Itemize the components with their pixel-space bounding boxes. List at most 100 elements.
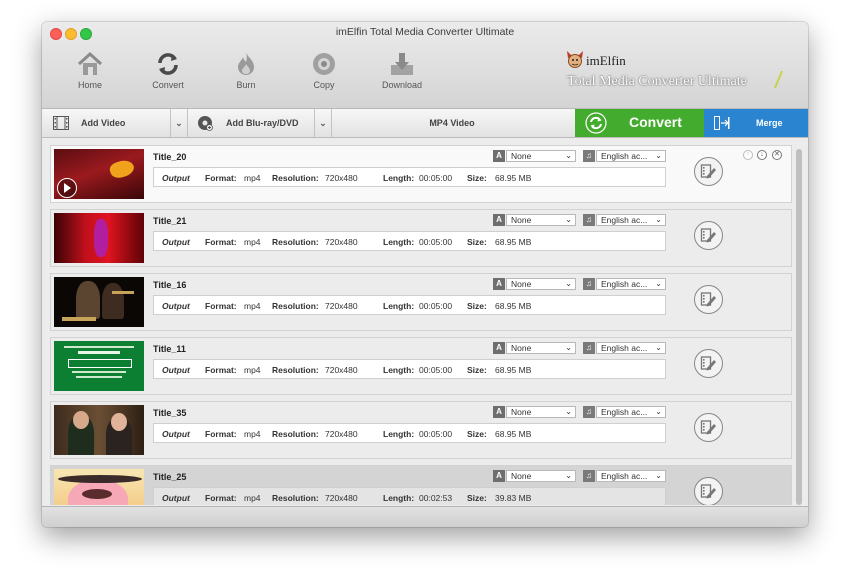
audio-track-select[interactable]: English ac... ⌄	[596, 470, 666, 482]
subtitle-select[interactable]: None ⌄	[506, 150, 576, 162]
format-label: Format:	[205, 365, 237, 375]
audio-track-select[interactable]: English ac... ⌄	[596, 406, 666, 418]
length-value: 00:05:00	[419, 173, 453, 183]
video-thumbnail[interactable]	[54, 277, 144, 327]
title-name[interactable]: Title_11	[153, 344, 186, 354]
title-row[interactable]: Title_20 A None ⌄ ♫ English ac... ⌄ Output Forma…	[50, 145, 792, 203]
list-scrollbar[interactable]	[794, 145, 804, 505]
size-value: 68.95 MB	[495, 173, 532, 183]
status-bar	[42, 506, 808, 527]
video-thumbnail[interactable]	[54, 405, 144, 455]
output-label: Output	[162, 429, 190, 439]
toolbar-download[interactable]: Download	[370, 50, 434, 90]
resolution-label: Resolution:	[272, 173, 319, 183]
audio-track-select[interactable]: English ac... ⌄	[596, 342, 666, 354]
title-row[interactable]: Title_16 A None ⌄ ♫ English ac... ⌄ Output Forma…	[50, 273, 792, 331]
add-bluray-dropdown[interactable]: ⌄	[316, 109, 330, 137]
edit-video-button[interactable]	[694, 221, 723, 250]
video-thumbnail[interactable]	[54, 149, 144, 199]
subtitle-value: None	[511, 279, 532, 289]
toolbar-copy[interactable]: Copy	[292, 50, 356, 90]
subtitle-value: None	[511, 343, 532, 353]
title-name[interactable]: Title_20	[153, 152, 186, 162]
title-name[interactable]: Title_25	[153, 472, 186, 482]
subtitle-select[interactable]: None ⌄	[506, 214, 576, 226]
format-label: Format:	[205, 429, 237, 439]
subtitle-select[interactable]: None ⌄	[506, 406, 576, 418]
subtitle-select[interactable]: None ⌄	[506, 278, 576, 290]
format-label: Format:	[205, 237, 237, 247]
add-bluray-label: Add Blu-ray/DVD	[226, 118, 299, 128]
output-info: Output Format: mp4 Resolution: 720x480 Length…	[153, 487, 666, 505]
subtitle-value: None	[511, 471, 532, 481]
separator	[314, 109, 315, 137]
title-row[interactable]: Title_11 A None ⌄ ♫ English ac... ⌄ Output Forma…	[50, 337, 792, 395]
size-label: Size:	[467, 301, 487, 311]
subtitle-icon: A	[493, 278, 505, 290]
title-row[interactable]: Title_25 A None ⌄ ♫ English ac... ⌄ Output Forma…	[50, 465, 792, 505]
add-bluray-button[interactable]: Add Blu-ray/DVD	[192, 109, 314, 137]
format-value: mp4	[244, 173, 261, 183]
edit-icon	[700, 356, 716, 371]
video-thumbnail[interactable]	[54, 469, 144, 505]
audio-track-value: English ac...	[601, 215, 648, 225]
add-video-dropdown[interactable]: ⌄	[172, 109, 186, 137]
edit-video-button[interactable]	[694, 285, 723, 314]
subtitle-value: None	[511, 151, 532, 161]
play-icon[interactable]	[57, 178, 77, 198]
move-down-button[interactable]: ↓	[757, 150, 767, 160]
audio-track-select[interactable]: English ac... ⌄	[596, 214, 666, 226]
edit-video-button[interactable]	[694, 349, 723, 378]
toolbar-burn[interactable]: Burn	[214, 50, 278, 90]
output-label: Output	[162, 173, 190, 183]
length-label: Length:	[383, 237, 415, 247]
edit-video-button[interactable]	[694, 413, 723, 442]
title-row[interactable]: Title_21 A None ⌄ ♫ English ac... ⌄ Output Forma…	[50, 209, 792, 267]
edit-video-button[interactable]	[694, 477, 723, 505]
format-value: mp4	[244, 493, 261, 503]
video-thumbnail[interactable]	[54, 341, 144, 391]
toolbar-home[interactable]: Home	[58, 50, 122, 90]
length-label: Length:	[383, 365, 415, 375]
output-format-selector[interactable]: MP4 Video	[332, 109, 572, 137]
disc-add-icon	[198, 116, 213, 131]
video-thumbnail[interactable]	[54, 213, 144, 263]
title-name[interactable]: Title_21	[153, 216, 186, 226]
title-name[interactable]: Title_35	[153, 408, 186, 418]
toolbar-convert[interactable]: Convert	[136, 50, 200, 90]
resolution-value: 720x480	[325, 173, 358, 183]
audio-track-value: English ac...	[601, 151, 648, 161]
format-value: mp4	[244, 301, 261, 311]
subtitle-select[interactable]: None ⌄	[506, 342, 576, 354]
audio-track-select[interactable]: English ac... ⌄	[596, 150, 666, 162]
chevron-down-icon: ⌄	[655, 471, 662, 480]
output-info: Output Format: mp4 Resolution: 720x480 Length…	[153, 167, 666, 187]
remove-title-button[interactable]: ✕	[772, 150, 782, 160]
audio-track-icon: ♫	[583, 214, 595, 226]
convert-refresh-icon	[585, 112, 607, 134]
edit-icon	[700, 420, 716, 435]
chevron-down-icon: ⌄	[565, 151, 572, 160]
scrollbar-thumb[interactable]	[796, 149, 802, 505]
add-video-button[interactable]: Add Video	[50, 109, 170, 137]
logo-brand: imElfin	[586, 53, 626, 68]
convert-button[interactable]: Convert	[575, 109, 704, 137]
edit-video-button[interactable]	[694, 157, 723, 186]
length-label: Length:	[383, 429, 415, 439]
length-value: 00:02:53	[419, 493, 453, 503]
merge-button[interactable]: Merge	[704, 109, 808, 137]
audio-track-select[interactable]: English ac... ⌄	[596, 278, 666, 290]
size-label: Size:	[467, 429, 487, 439]
logo-product: Total Media Converter Ultimate	[567, 74, 747, 89]
format-value: mp4	[244, 365, 261, 375]
resolution-value: 720x480	[325, 237, 358, 247]
subtitle-icon: A	[493, 342, 505, 354]
action-bar: Add Video ⌄ Add Blu-ray/DVD ⌄ MP4 Video	[42, 109, 808, 138]
title-name[interactable]: Title_16	[153, 280, 186, 290]
subtitle-select[interactable]: None ⌄	[506, 470, 576, 482]
subtitle-icon: A	[493, 150, 505, 162]
move-up-button[interactable]: ↑	[743, 150, 753, 160]
home-icon	[77, 51, 103, 75]
title-row[interactable]: Title_35 A None ⌄ ♫ English ac... ⌄ Output Forma…	[50, 401, 792, 459]
subtitle-icon: A	[493, 470, 505, 482]
